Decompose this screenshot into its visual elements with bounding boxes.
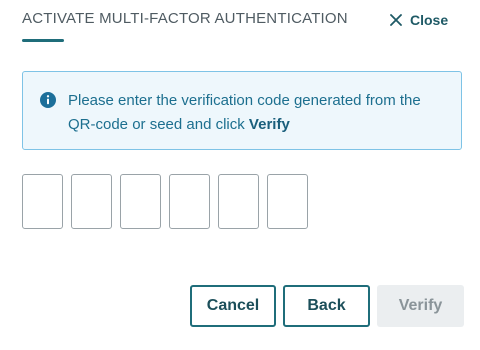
close-icon <box>390 14 402 26</box>
dialog-title: ACTIVATE MULTI-FACTOR AUTHENTICATION <box>22 10 348 27</box>
code-digit-5[interactable] <box>218 174 259 229</box>
cancel-button[interactable]: Cancel <box>190 285 276 327</box>
verify-button[interactable]: Verify <box>377 285 464 327</box>
info-message-text: Please enter the verification code gener… <box>68 92 421 133</box>
info-icon <box>40 92 56 108</box>
code-digit-3[interactable] <box>120 174 161 229</box>
close-label: Close <box>410 12 449 28</box>
code-digit-4[interactable] <box>169 174 210 229</box>
verification-code-inputs <box>22 174 308 229</box>
code-digit-2[interactable] <box>71 174 112 229</box>
mfa-dialog: ACTIVATE MULTI-FACTOR AUTHENTICATION Clo… <box>0 0 480 350</box>
info-message-action: Verify <box>248 116 290 133</box>
title-underline <box>22 39 64 42</box>
back-button[interactable]: Back <box>283 285 370 327</box>
info-message: Please enter the verification code gener… <box>68 89 452 137</box>
info-message-box: Please enter the verification code gener… <box>22 71 462 150</box>
code-digit-1[interactable] <box>22 174 63 229</box>
close-button[interactable]: Close <box>390 10 448 30</box>
code-digit-6[interactable] <box>267 174 308 229</box>
